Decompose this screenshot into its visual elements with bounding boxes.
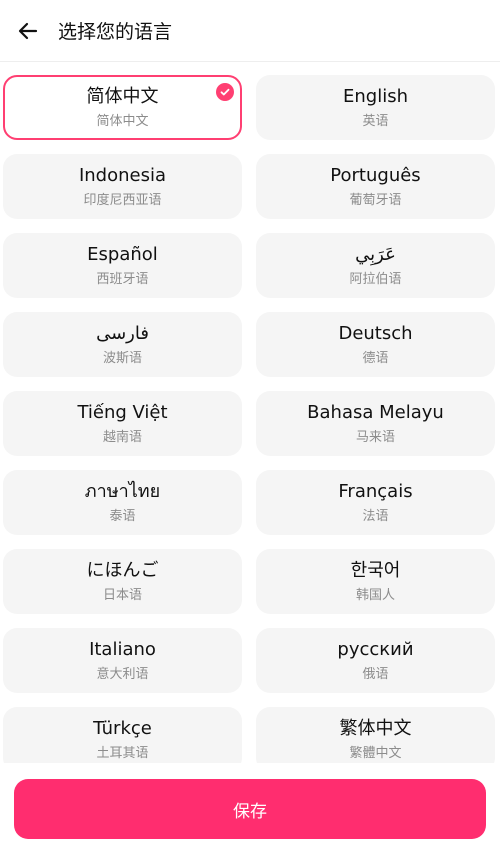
save-button[interactable]: 保存 [14, 779, 486, 839]
language-name: にほんご [86, 559, 159, 581]
language-option[interactable]: Português 葡萄牙语 [256, 154, 495, 219]
language-option[interactable]: Deutsch 德语 [256, 312, 495, 377]
language-name: 한국어 [350, 559, 401, 581]
language-subtitle: 俄语 [362, 666, 389, 682]
language-subtitle: 波斯语 [102, 350, 142, 366]
language-subtitle: 西班牙语 [96, 271, 149, 287]
language-name: Français [338, 480, 413, 502]
language-option[interactable]: English 英语 [256, 75, 495, 140]
language-subtitle: 繁體中文 [349, 745, 402, 761]
language-option[interactable]: 한국어 韩国人 [256, 549, 495, 614]
language-name: 简体中文 [86, 85, 159, 107]
check-icon [216, 83, 234, 101]
language-option[interactable]: Indonesia 印度尼西亚语 [3, 154, 242, 219]
language-subtitle: 德语 [362, 350, 389, 366]
language-name: Español [87, 243, 158, 265]
language-list[interactable]: 简体中文 简体中文 English 英语 Indonesia 印度尼西亚语 Portuguê… [0, 63, 500, 763]
language-subtitle: 印度尼西亚语 [83, 192, 162, 208]
language-subtitle: 阿拉伯语 [349, 271, 402, 287]
language-subtitle: 越南语 [102, 429, 142, 445]
language-subtitle: 法语 [362, 508, 389, 524]
language-option[interactable]: Italiano 意大利语 [3, 628, 242, 693]
page-title: 选择您的语言 [58, 21, 173, 43]
language-option[interactable]: 简体中文 简体中文 [3, 75, 242, 140]
language-name: Deutsch [338, 322, 413, 344]
language-name: ภาษาไทย [84, 480, 161, 502]
language-subtitle: 日本语 [102, 587, 142, 603]
language-name: 繁体中文 [339, 717, 412, 739]
language-grid: 简体中文 简体中文 English 英语 Indonesia 印度尼西亚语 Portuguê… [3, 75, 497, 763]
language-subtitle: 意大利语 [96, 666, 149, 682]
language-subtitle: 泰语 [109, 508, 136, 524]
language-name: Bahasa Melayu [307, 401, 444, 423]
language-option[interactable]: Español 西班牙语 [3, 233, 242, 298]
arrow-left-icon [18, 22, 38, 39]
language-name: عَرَبِي [355, 243, 396, 265]
language-name: Indonesia [78, 164, 167, 186]
language-option[interactable]: русский 俄语 [256, 628, 495, 693]
back-button[interactable] [0, 0, 56, 62]
language-subtitle: 土耳其语 [96, 745, 149, 761]
language-option[interactable]: Tiếng Việt 越南语 [3, 391, 242, 456]
language-option[interactable]: ภาษาไทย 泰语 [3, 470, 242, 535]
footer: 保存 [0, 763, 500, 863]
language-option[interactable]: Türkçe 土耳其语 [3, 707, 242, 763]
language-name: Português [330, 164, 421, 186]
language-subtitle: 简体中文 [96, 113, 149, 129]
language-option[interactable]: Français 法语 [256, 470, 495, 535]
language-subtitle: 韩国人 [355, 587, 395, 603]
language-name: English [343, 85, 408, 107]
language-subtitle: 英语 [362, 113, 389, 129]
language-name: Tiếng Việt [77, 401, 168, 423]
language-subtitle: 马来语 [355, 429, 395, 445]
header: 选择您的语言 [0, 0, 500, 62]
language-option[interactable]: にほんご 日本语 [3, 549, 242, 614]
language-option[interactable]: عَرَبِي 阿拉伯语 [256, 233, 495, 298]
language-name: فارسی [96, 322, 149, 344]
language-name: Italiano [89, 638, 156, 660]
language-subtitle: 葡萄牙语 [349, 192, 402, 208]
language-option[interactable]: فارسی 波斯语 [3, 312, 242, 377]
language-option[interactable]: Bahasa Melayu 马来语 [256, 391, 495, 456]
language-select-screen: 选择您的语言 简体中文 简体中文 English 英语 Indonesia 印度尼西亚语 P… [0, 0, 500, 863]
language-name: русский [337, 638, 414, 660]
language-name: Türkçe [93, 717, 152, 739]
language-option[interactable]: 繁体中文 繁體中文 [256, 707, 495, 763]
